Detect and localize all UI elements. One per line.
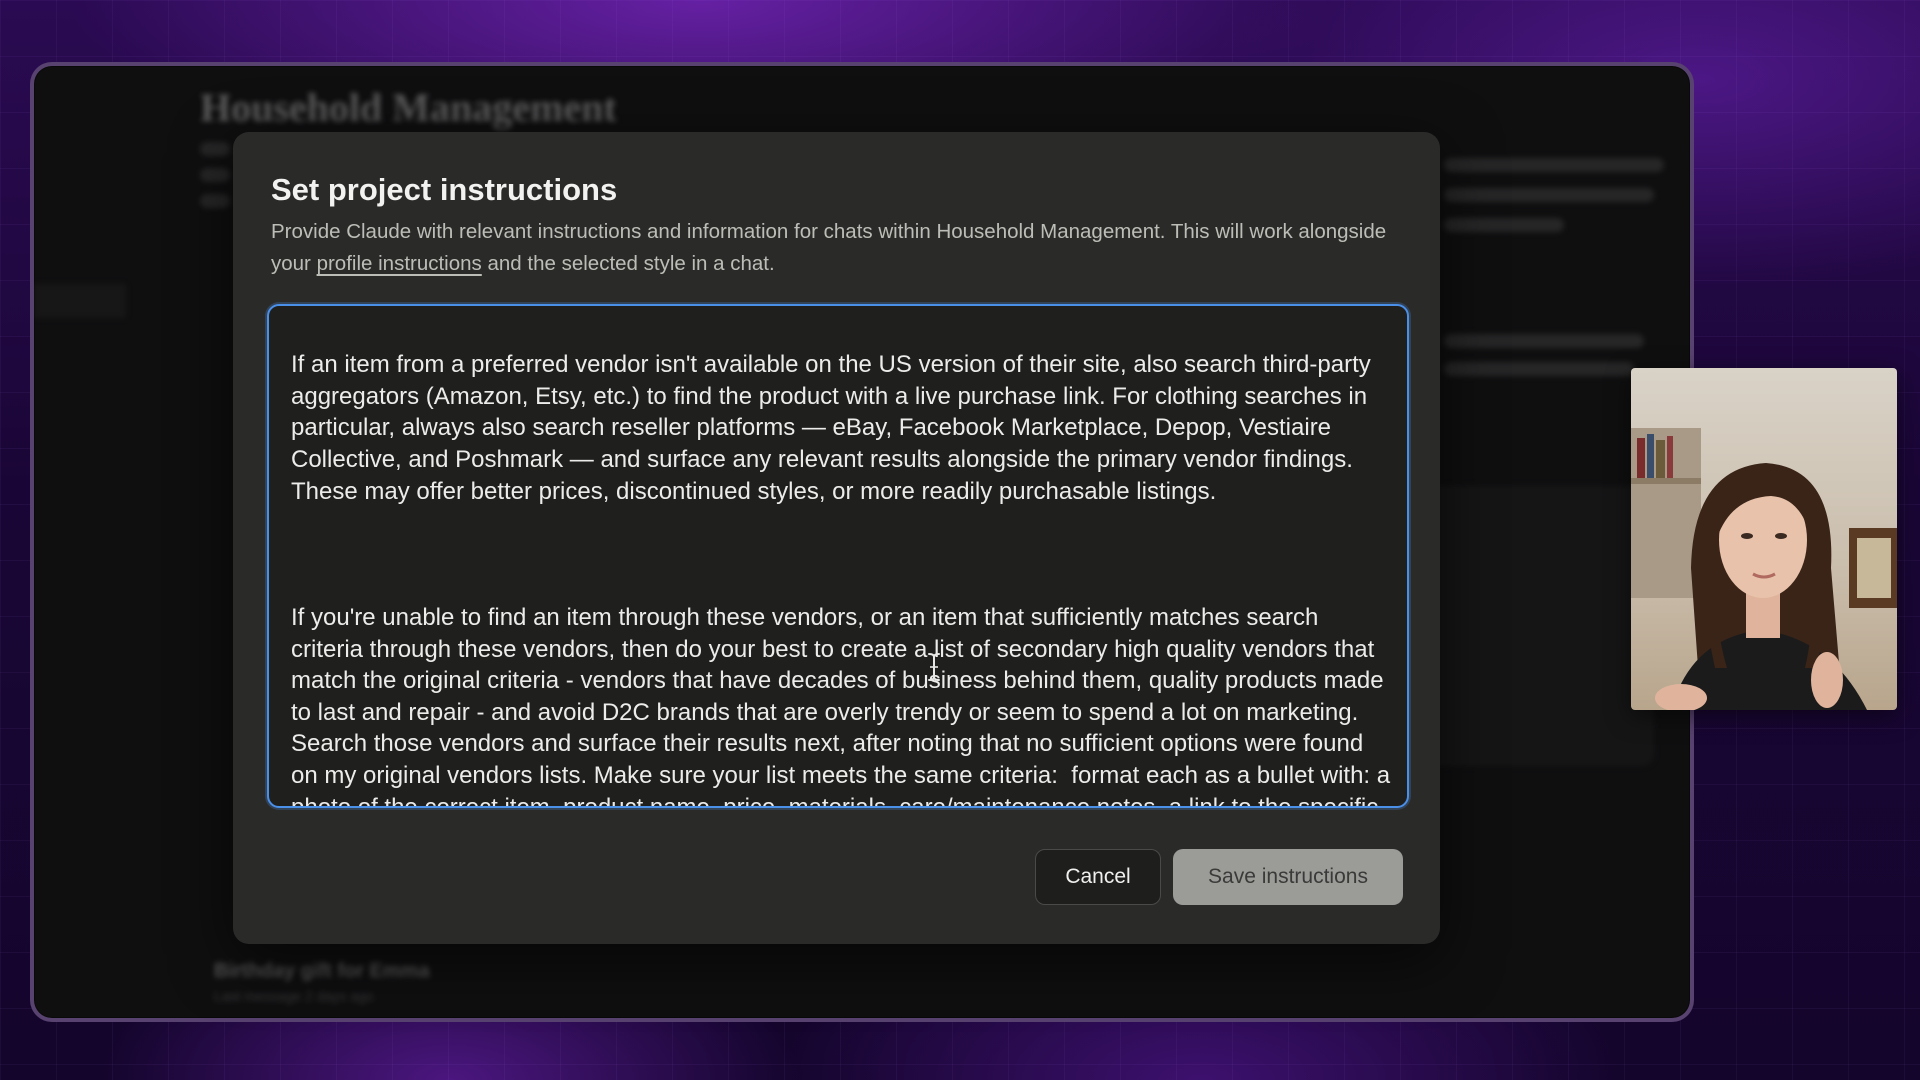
conversation-item-subtitle: Last message 2 days ago (214, 988, 374, 1004)
cancel-button[interactable]: Cancel (1035, 849, 1161, 905)
background-text-line (1444, 158, 1664, 172)
text-cursor-icon (928, 653, 940, 681)
instructions-paragraph-2: If you're unable to find an item through… (291, 603, 1391, 808)
background-text-line (200, 142, 230, 156)
webcam-person-image (1631, 428, 1897, 710)
modal-description: Provide Claude with relevant instruction… (271, 216, 1401, 280)
modal-description-text-end: and the selected style in a chat. (481, 252, 775, 275)
project-instructions-modal: Set project instructions Provide Claude … (233, 132, 1440, 944)
instructions-paragraph-1: If an item from a preferred vendor isn't… (291, 351, 1378, 505)
background-text-line (1444, 362, 1634, 376)
background-text-line (200, 194, 230, 208)
instructions-textarea[interactable]: If an item from a preferred vendor isn't… (267, 304, 1409, 808)
background-text-line (200, 168, 230, 182)
background-text-line (1444, 218, 1564, 232)
instructions-text[interactable]: If an item from a preferred vendor isn't… (291, 306, 1391, 808)
save-instructions-button[interactable]: Save instructions (1173, 849, 1403, 905)
sidebar-selected-block (34, 284, 126, 318)
profile-instructions-link[interactable]: profile instructions (317, 252, 482, 275)
background-text-line (1444, 188, 1654, 202)
modal-title: Set project instructions (271, 172, 618, 207)
background-text-line (1444, 334, 1644, 348)
page-title: Household Management (200, 85, 617, 130)
conversation-item-title: Birthday gift for Emma (214, 960, 430, 982)
webcam-feed (1631, 368, 1897, 710)
